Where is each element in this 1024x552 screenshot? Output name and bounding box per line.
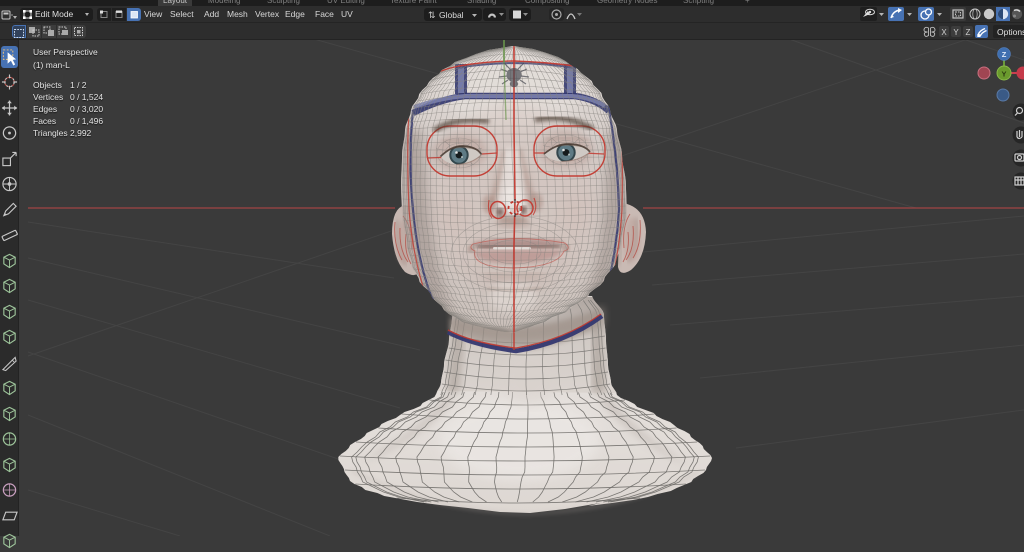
svg-text:Z: Z — [966, 28, 971, 37]
svg-text:Global: Global — [439, 10, 464, 20]
svg-text:X: X — [941, 28, 947, 37]
svg-text:Y: Y — [1001, 70, 1006, 79]
svg-text:⇅: ⇅ — [428, 10, 436, 20]
svg-text:Z: Z — [1002, 50, 1007, 59]
svg-text:Y: Y — [953, 28, 959, 37]
